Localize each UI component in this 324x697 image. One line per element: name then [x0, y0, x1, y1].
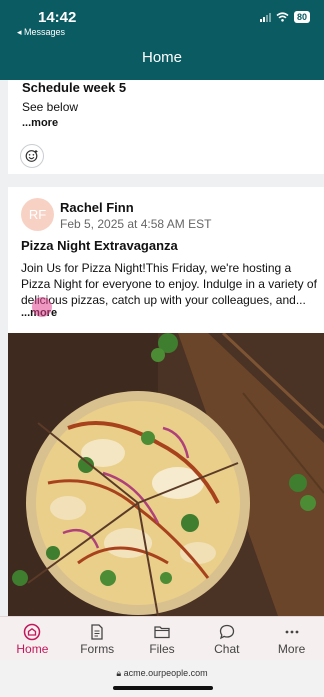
battery-indicator: 80 [293, 11, 310, 23]
avatar[interactable]: RF [21, 198, 54, 231]
post-title: Schedule week 5 [22, 80, 127, 95]
tab-files-label: Files [149, 642, 175, 656]
post-body: Join Us for Pizza Night!This Friday, we'… [21, 261, 317, 307]
tab-home[interactable]: Home [0, 617, 65, 660]
home-icon [24, 623, 41, 641]
bottom-tab-bar: Home Forms Files Chat More [0, 616, 324, 660]
add-reaction-button[interactable] [20, 144, 44, 168]
tab-files[interactable]: Files [130, 617, 195, 660]
add-reaction-icon [25, 150, 38, 162]
more-icon [285, 630, 298, 634]
tab-chat-label: Chat [214, 642, 240, 656]
read-more-link[interactable]: ...more [22, 117, 58, 129]
feed[interactable]: Schedule week 5 See below ...more RF Rac… [0, 80, 324, 616]
chat-icon [219, 624, 234, 640]
url-text: 🔒︎ acme.ourpeople.com [116, 668, 207, 679]
post-body: See below [22, 100, 79, 114]
touch-indicator [32, 297, 52, 317]
post-title: Pizza Night Extravaganza [21, 238, 178, 253]
post-date: Feb 5, 2025 at 4:58 AM EST [60, 217, 212, 231]
back-to-messages-link[interactable]: ◂ Messages [17, 27, 65, 38]
home-indicator[interactable] [113, 686, 213, 690]
lock-icon: 🔒︎ [116, 668, 124, 678]
wifi-icon [276, 12, 289, 22]
tab-more-label: More [277, 642, 306, 656]
cellular-signal-icon [259, 12, 271, 22]
tab-home-label: Home [16, 642, 49, 656]
status-time: 14:42 [38, 9, 77, 26]
status-bar: 14:42 ◂ Messages 80 [0, 0, 324, 40]
pizza-photo-illustration [8, 333, 324, 616]
post-author[interactable]: Rachel Finn [60, 200, 134, 215]
tab-forms-label: Forms [80, 642, 115, 656]
tab-forms[interactable]: Forms [65, 617, 130, 660]
forms-icon [91, 624, 103, 640]
pizza-photo[interactable] [8, 333, 324, 616]
post-card-schedule[interactable]: Schedule week 5 See below ...more [8, 80, 324, 174]
url-value: acme.ourpeople.com [123, 668, 208, 678]
tab-more[interactable]: More [259, 617, 324, 660]
status-icons: 80 [259, 11, 310, 23]
post-card-pizza-night[interactable]: RF Rachel Finn Feb 5, 2025 at 4:58 AM ES… [8, 187, 324, 616]
browser-url-bar[interactable]: 🔒︎ acme.ourpeople.com [0, 660, 324, 697]
page-title: Home [0, 40, 324, 80]
tab-chat[interactable]: Chat [194, 617, 259, 660]
folder-icon [154, 626, 170, 639]
